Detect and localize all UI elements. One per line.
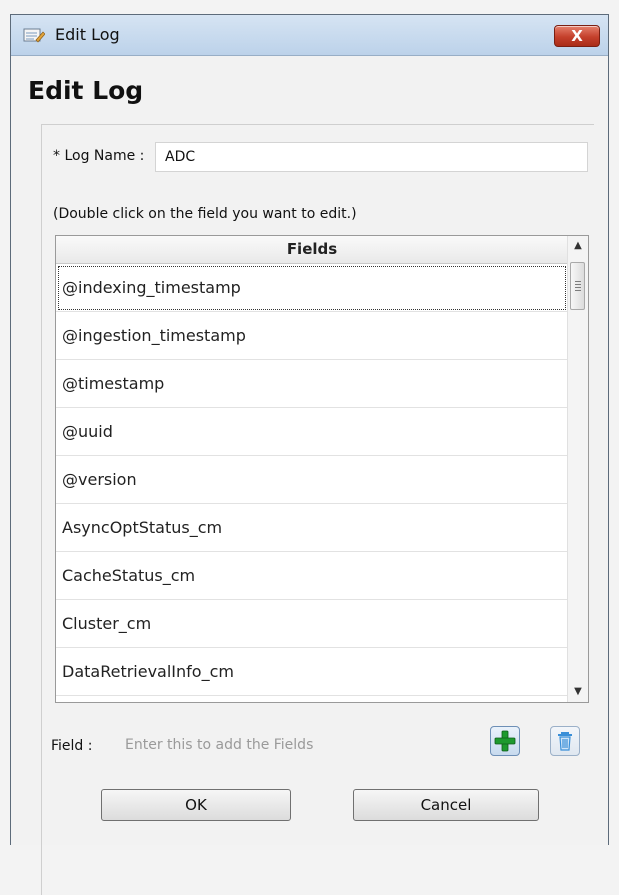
edit-log-icon [23,28,45,43]
log-name-input[interactable] [155,142,588,172]
window-title: Edit Log [55,25,120,44]
table-row[interactable]: AsyncOptStatus_cm [56,504,568,552]
log-name-label: * Log Name : [53,148,145,164]
fields-rows: @indexing_timestamp @ingestion_timestamp… [56,264,568,696]
vertical-scrollbar[interactable]: ▲ ▼ [567,236,588,702]
scroll-up-arrow-icon[interactable]: ▲ [568,236,588,256]
table-row[interactable]: CacheStatus_cm [56,552,568,600]
field-input[interactable] [121,732,491,758]
plus-icon [494,730,516,752]
edit-hint-text: (Double click on the field you want to e… [53,206,357,222]
table-row[interactable]: @indexing_timestamp [56,264,568,312]
delete-field-button[interactable] [550,726,580,756]
page-title: Edit Log [28,76,144,105]
table-row[interactable]: @uuid [56,408,568,456]
table-row[interactable]: Cluster_cm [56,600,568,648]
scroll-down-arrow-icon[interactable]: ▼ [568,682,588,702]
fields-table: Fields @indexing_timestamp @ingestion_ti… [55,235,589,703]
trash-icon [558,732,572,751]
cancel-button[interactable]: Cancel [353,789,539,821]
edit-log-dialog: Edit Log X Edit Log * Log Name : (Double… [10,14,609,895]
field-label: Field : [51,738,93,754]
close-button[interactable]: X [554,25,600,47]
fields-column-header[interactable]: Fields [56,236,568,264]
add-field-button[interactable] [490,726,520,756]
scroll-thumb[interactable] [570,262,585,310]
dialog-body: Edit Log * Log Name : (Double click on t… [11,56,608,895]
table-row[interactable]: @version [56,456,568,504]
table-row[interactable]: DataRetrievalInfo_cm [56,648,568,696]
close-icon: X [571,26,583,45]
ok-button[interactable]: OK [101,789,291,821]
table-row[interactable]: @timestamp [56,360,568,408]
table-row[interactable]: @ingestion_timestamp [56,312,568,360]
title-bar[interactable]: Edit Log X [11,15,608,56]
